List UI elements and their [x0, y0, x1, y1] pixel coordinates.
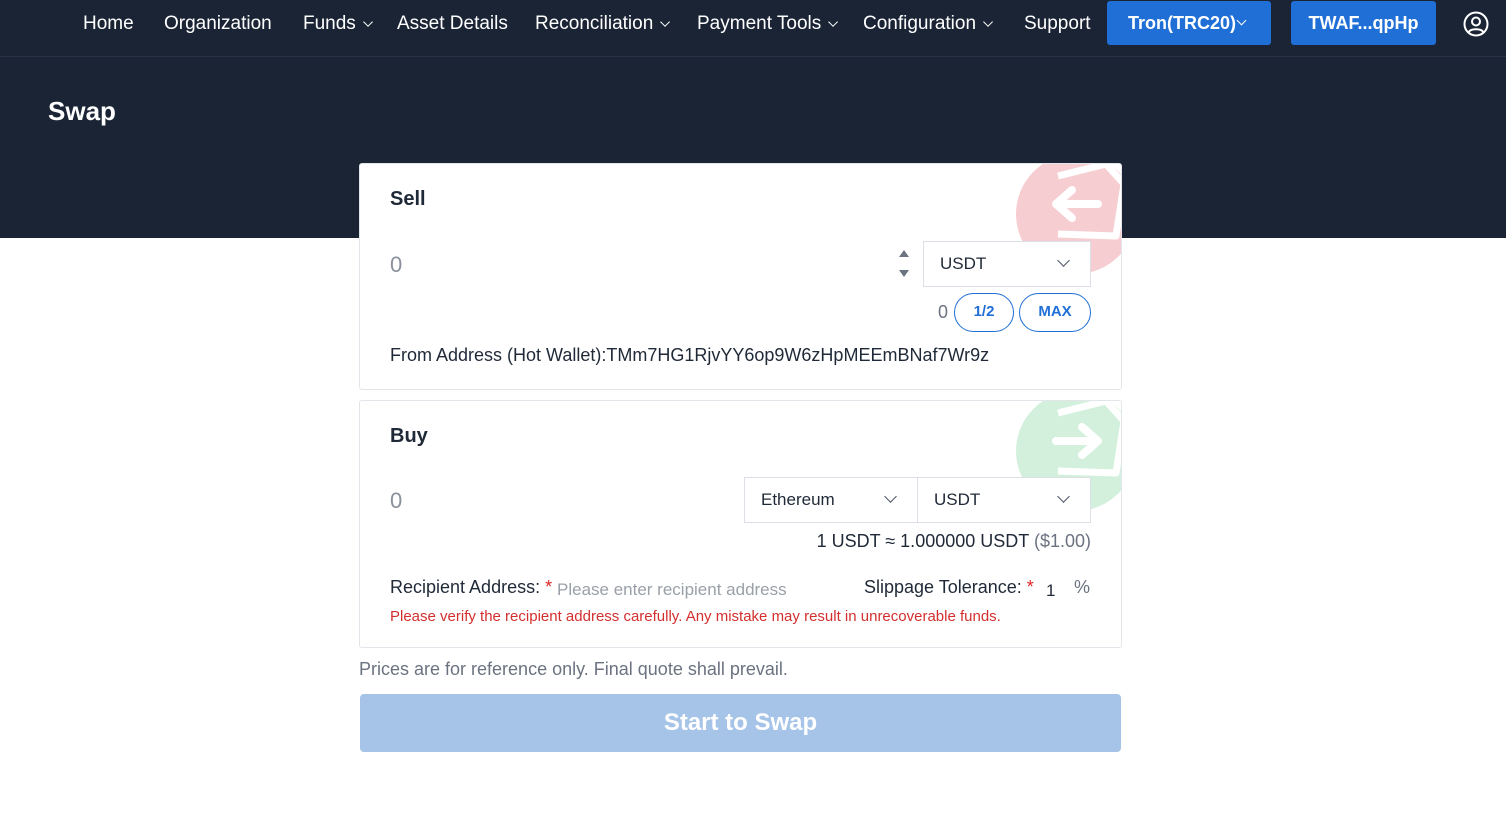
slippage-label-text: Slippage Tolerance:: [864, 577, 1022, 597]
required-mark: *: [1026, 577, 1034, 597]
nav-funds[interactable]: Funds: [303, 11, 373, 37]
buy-card: Buy Ethereum USDT 1 USDT ≈ 1.000000 USDT…: [359, 400, 1122, 648]
network-selector-label: Tron(TRC20): [1128, 13, 1236, 33]
chevron-down-icon: [884, 490, 897, 503]
nav-configuration[interactable]: Configuration: [863, 11, 994, 37]
price-note: Prices are for reference only. Final quo…: [359, 659, 788, 679]
nav-organization-label: Organization: [164, 13, 272, 34]
nav-support[interactable]: Support: [1024, 11, 1091, 37]
nav-home[interactable]: Home: [83, 11, 134, 37]
chevron-down-icon: [1057, 490, 1070, 503]
sell-amount-input[interactable]: [390, 245, 870, 285]
max-amount-button[interactable]: MAX: [1019, 293, 1091, 332]
buy-network-value: Ethereum: [761, 490, 835, 509]
nav-asset-details-label: Asset Details: [397, 13, 508, 34]
nav-reconciliation-label: Reconciliation: [535, 13, 654, 34]
chevron-down-icon: [828, 17, 839, 27]
nav-payment-tools-label: Payment Tools: [697, 13, 822, 34]
page-title: Swap: [48, 96, 116, 126]
sell-balance: 0: [938, 302, 949, 322]
recipient-label-text: Recipient Address:: [390, 577, 541, 597]
recipient-warning: Please verify the recipient address care…: [390, 608, 1001, 625]
top-navigation: Home Organization Funds Asset Details Re…: [0, 0, 1506, 57]
wallet-button[interactable]: TWAF...qpHp: [1291, 1, 1436, 45]
exchange-rate-main: 1 USDT ≈ 1.000000 USDT: [816, 531, 1029, 551]
chevron-down-icon: [983, 17, 994, 27]
buy-title: Buy: [390, 425, 428, 447]
buy-amount-input[interactable]: [390, 481, 710, 521]
amount-stepper[interactable]: [898, 250, 910, 280]
nav-support-label: Support: [1024, 13, 1091, 34]
nav-configuration-label: Configuration: [863, 13, 977, 34]
buy-network-select[interactable]: Ethereum: [744, 477, 918, 523]
sell-title: Sell: [390, 188, 426, 210]
start-swap-button[interactable]: Start to Swap: [360, 694, 1121, 752]
nav-asset-details[interactable]: Asset Details: [397, 11, 508, 37]
exchange-rate: 1 USDT ≈ 1.000000 USDT ($1.00): [817, 531, 1091, 552]
required-mark: *: [545, 577, 553, 597]
buy-token-select[interactable]: USDT: [917, 477, 1091, 523]
caret-up-icon[interactable]: [899, 250, 909, 257]
chevron-down-icon: [1236, 15, 1247, 26]
half-amount-button[interactable]: 1/2: [954, 293, 1014, 332]
slippage-label: Slippage Tolerance: *: [864, 577, 1034, 598]
sell-token-select[interactable]: USDT: [923, 241, 1091, 287]
nav-payment-tools[interactable]: Payment Tools: [697, 11, 839, 37]
recipient-label: Recipient Address: *: [390, 577, 552, 598]
wallet-button-label: TWAF...qpHp: [1308, 13, 1419, 33]
chevron-down-icon: [660, 17, 671, 27]
sell-token-value: USDT: [940, 254, 987, 273]
chevron-down-icon: [1057, 254, 1070, 267]
nav-home-label: Home: [83, 13, 134, 34]
caret-down-icon[interactable]: [899, 270, 909, 277]
chevron-down-icon: [362, 17, 373, 27]
network-selector-button[interactable]: Tron(TRC20): [1107, 1, 1271, 45]
nav-reconciliation[interactable]: Reconciliation: [535, 11, 671, 37]
user-circle-icon[interactable]: [1463, 11, 1489, 37]
recipient-address-input[interactable]: [557, 578, 837, 602]
exchange-rate-usd: ($1.00): [1033, 531, 1091, 551]
slippage-unit: %: [1074, 577, 1091, 597]
nav-funds-label: Funds: [303, 13, 356, 34]
from-address: From Address (Hot Wallet):TMm7HG1RjvYY6o…: [390, 345, 990, 365]
sell-card: Sell USDT 0 1/2 MAX From Address (Hot Wa…: [359, 163, 1122, 390]
slippage-input[interactable]: [1046, 580, 1070, 602]
nav-organization[interactable]: Organization: [164, 11, 272, 37]
buy-token-value: USDT: [934, 490, 981, 509]
